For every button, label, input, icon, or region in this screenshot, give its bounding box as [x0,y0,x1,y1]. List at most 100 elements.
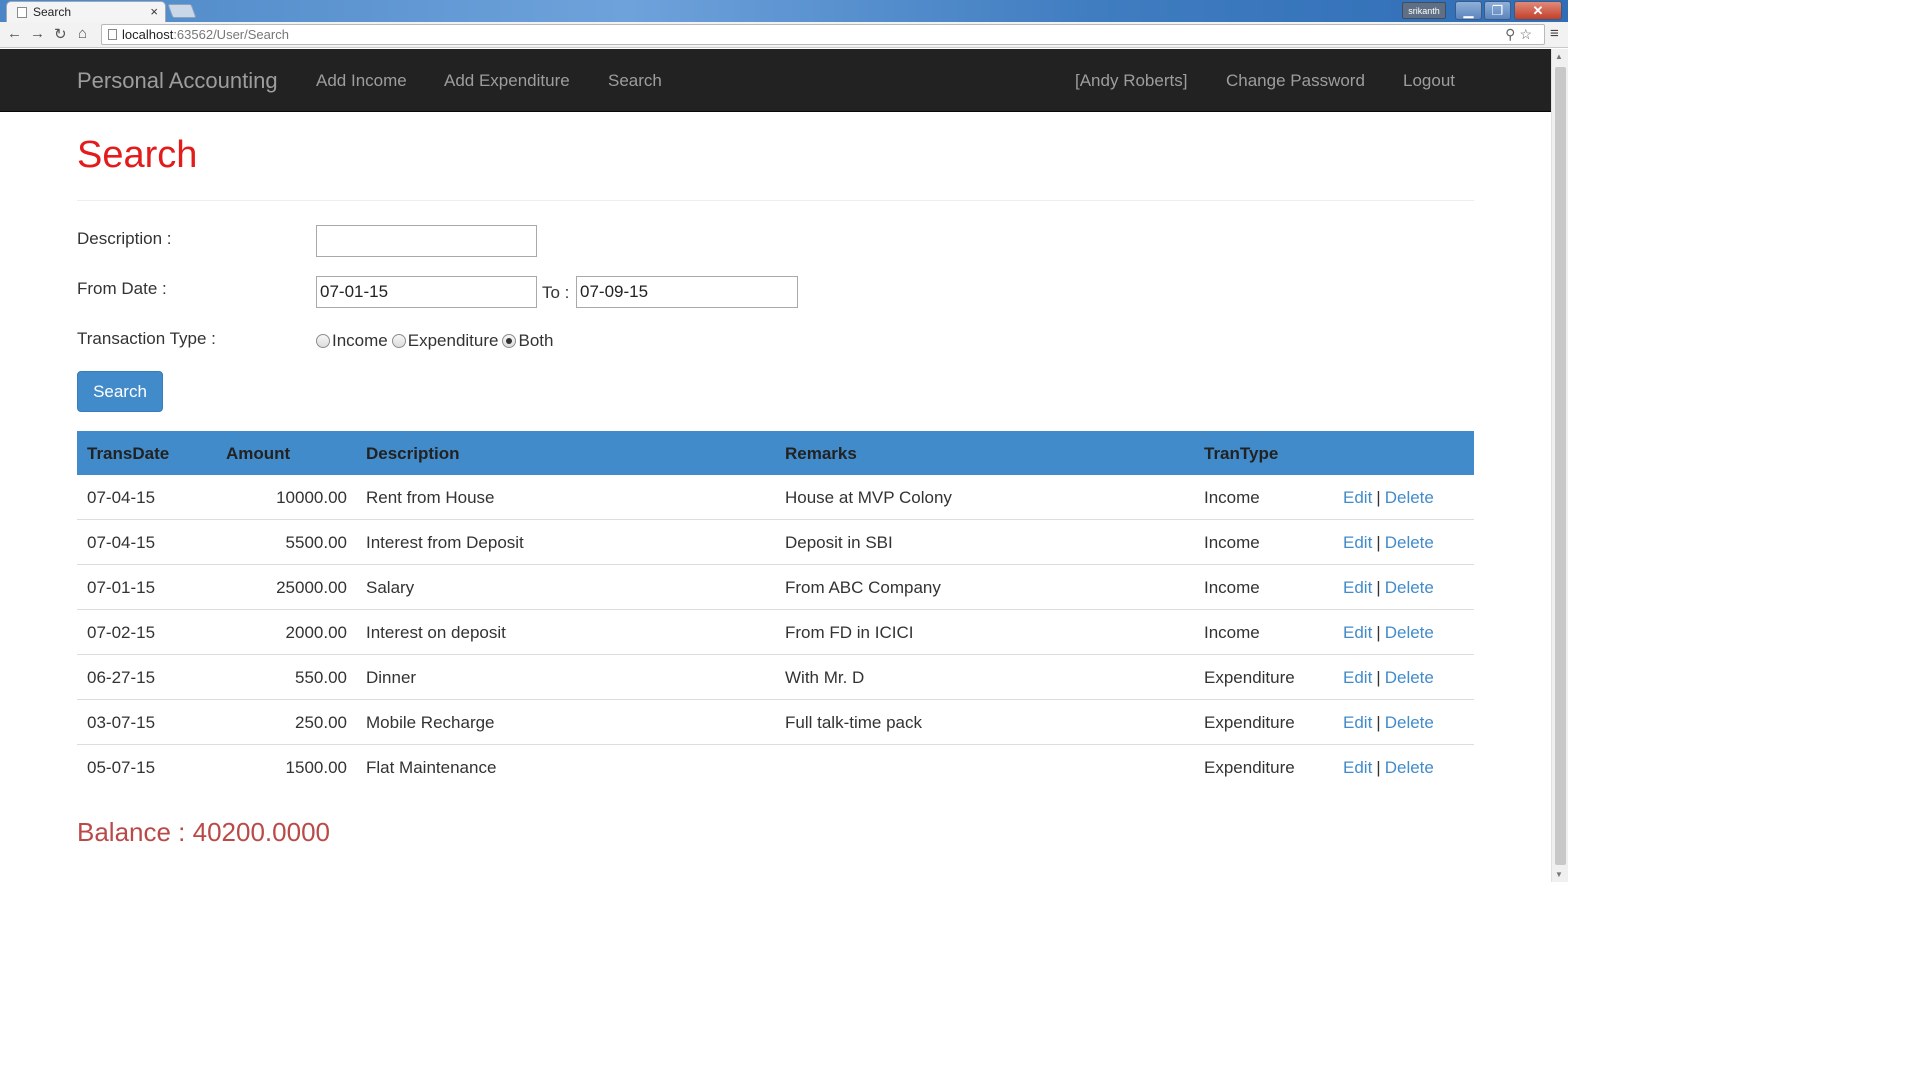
results-table: TransDate Amount Description Remarks Tra… [77,431,1474,790]
delete-link[interactable]: Delete [1385,533,1434,552]
cell-date: 07-02-15 [87,623,156,642]
edit-link[interactable]: Edit [1343,668,1372,687]
tab-close-icon[interactable]: × [150,4,158,19]
action-separator: | [1376,668,1381,687]
description-input[interactable] [316,225,537,257]
delete-link[interactable]: Delete [1385,713,1434,732]
browser-user-badge[interactable]: srikanth [1402,2,1446,19]
nav-change-password[interactable]: Change Password [1226,71,1365,91]
delete-link[interactable]: Delete [1385,758,1434,777]
brand-link[interactable]: Personal Accounting [77,68,278,94]
zoom-icon[interactable]: ⚲ [1505,26,1519,42]
edit-link[interactable]: Edit [1343,713,1372,732]
table-row: 07-04-15 10000.00 Rent from House House at … [77,475,1474,520]
cell-date: 06-27-15 [87,668,156,687]
radio-income[interactable] [316,334,330,348]
row-actions: Edit | Delete [1343,623,1434,643]
cell-description: Mobile Recharge [366,713,495,732]
cell-amount: 1500.00 [285,758,347,777]
header-description: Description [366,444,460,463]
cell-trantype: Expenditure [1204,668,1295,687]
browser-toolbar: ← → ↻ ⌂ localhost:63562/User/Search ⚲☆ ≡ [0,22,1568,48]
radio-expenditure-label[interactable]: Expenditure [408,331,499,351]
delete-link[interactable]: Delete [1385,488,1434,507]
forward-arrow-icon[interactable]: → [30,25,45,42]
back-arrow-icon[interactable]: ← [7,25,22,42]
delete-link[interactable]: Delete [1385,578,1434,597]
edit-link[interactable]: Edit [1343,488,1372,507]
row-actions: Edit | Delete [1343,758,1434,778]
nav-search[interactable]: Search [608,71,662,91]
scroll-up-icon[interactable]: ▲ [1555,52,1563,61]
cell-description: Interest from Deposit [366,533,524,552]
cell-remarks: Full talk-time pack [785,713,922,732]
url-host: localhost [122,27,174,42]
table-row: 07-02-15 2000.00 Interest on deposit From F… [77,610,1474,655]
balance-text: Balance : 40200.0000 [77,817,330,847]
page-title: Search [77,134,198,176]
cell-trantype: Income [1204,578,1260,597]
window-close-icon[interactable]: ✕ [1514,1,1562,20]
cell-amount: 25000.00 [276,578,347,597]
header-remarks: Remarks [785,444,857,463]
bookmark-star-icon[interactable]: ☆ [1519,26,1536,42]
search-button[interactable]: Search [77,371,163,412]
action-separator: | [1376,488,1381,507]
edit-link[interactable]: Edit [1343,578,1372,597]
cell-trantype: Income [1204,623,1260,642]
action-separator: | [1376,758,1381,777]
nav-logout[interactable]: Logout [1403,71,1455,91]
edit-link[interactable]: Edit [1343,623,1372,642]
cell-remarks: House at MVP Colony [785,488,952,507]
cell-remarks: With Mr. D [785,668,865,687]
edit-link[interactable]: Edit [1343,533,1372,552]
cell-remarks: From FD in ICICI [785,623,914,642]
browser-tab[interactable]: Search × [6,1,166,22]
page-favicon-icon [17,6,27,18]
cell-date: 07-01-15 [87,578,156,597]
cell-date: 07-04-15 [87,488,156,507]
action-separator: | [1376,713,1381,732]
radio-both-label[interactable]: Both [518,331,553,351]
new-tab-button[interactable] [167,4,197,18]
nav-user[interactable]: [Andy Roberts] [1075,71,1187,91]
table-body: 07-04-15 10000.00 Rent from House House at … [77,475,1474,790]
cell-date: 03-07-15 [87,713,156,732]
delete-link[interactable]: Delete [1385,623,1434,642]
delete-link[interactable]: Delete [1385,668,1434,687]
scroll-thumb[interactable] [1555,67,1566,865]
row-actions: Edit | Delete [1343,578,1434,598]
scroll-down-icon[interactable]: ▼ [1555,870,1563,879]
radio-both[interactable] [502,334,517,348]
cell-amount: 5500.00 [285,533,347,552]
action-separator: | [1376,533,1381,552]
cell-description: Flat Maintenance [366,758,497,777]
address-bar[interactable]: localhost:63562/User/Search ⚲☆ [101,24,1545,45]
browser-menu-icon[interactable]: ≡ [1550,25,1559,42]
header-amount: Amount [226,444,291,463]
cell-description: Rent from House [366,488,495,507]
cell-amount: 550.00 [295,668,347,687]
cell-trantype: Income [1204,533,1260,552]
action-separator: | [1376,578,1381,597]
to-date-input[interactable] [576,276,798,308]
cell-date: 05-07-15 [87,758,156,777]
radio-income-label[interactable]: Income [332,331,388,351]
reload-icon[interactable]: ↻ [54,25,67,43]
cell-trantype: Expenditure [1204,758,1295,777]
from-date-input[interactable] [316,276,537,308]
row-actions: Edit | Delete [1343,533,1434,553]
nav-add-income[interactable]: Add Income [316,71,407,91]
table-row: 05-07-15 1500.00 Flat Maintenance Expenditu… [77,745,1474,790]
url-path: :63562/User/Search [173,27,289,42]
table-row: 07-01-15 25000.00 Salary From ABC Company In… [77,565,1474,610]
home-icon[interactable]: ⌂ [78,25,87,42]
nav-add-expenditure[interactable]: Add Expenditure [444,71,570,91]
page-scrollbar[interactable]: ▲ ▼ [1551,49,1568,882]
radio-expenditure[interactable] [391,334,406,348]
browser-titlebar: Search × srikanth ▁ ❐ ✕ [0,0,1568,22]
maximize-icon[interactable]: ❐ [1484,1,1511,20]
minimize-icon[interactable]: ▁ [1455,1,1482,20]
header-trantype: TranType [1204,444,1279,463]
edit-link[interactable]: Edit [1343,758,1372,777]
